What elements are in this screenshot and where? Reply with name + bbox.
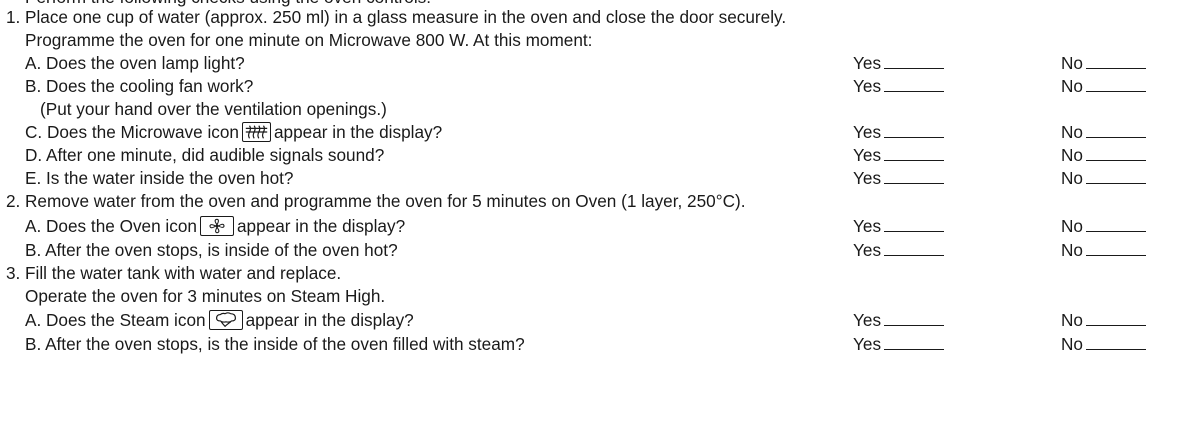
yes-blank[interactable] — [884, 123, 945, 138]
yes-answer[interactable]: Yes — [853, 215, 945, 237]
microwave-icon — [241, 122, 271, 142]
step-1-line-1: 1. Place one cup of water (approx. 250 m… — [0, 6, 1201, 28]
no-answer[interactable]: No — [1061, 333, 1146, 355]
yes-label: Yes — [853, 76, 882, 96]
yes-label: Yes — [853, 122, 882, 142]
no-answer[interactable]: No — [1061, 309, 1146, 331]
yes-label: Yes — [853, 240, 882, 260]
step-3-line-2: Operate the oven for 3 minutes on Steam … — [0, 285, 1201, 307]
step-number: 2. — [6, 191, 21, 211]
question-text: B. After the oven stops, is inside of th… — [25, 240, 398, 260]
question-text-after: appear in the display? — [273, 122, 443, 142]
yes-answer[interactable]: Yes — [853, 121, 945, 143]
step-text: Place one cup of water (approx. 250 ml) … — [25, 7, 787, 27]
question-text-after: appear in the display? — [245, 310, 414, 330]
no-answer[interactable]: No — [1061, 52, 1146, 74]
step-1-line-2: Programme the oven for one minute on Mic… — [0, 29, 1201, 51]
no-label: No — [1061, 334, 1083, 354]
question-row: B. After the oven stops, is inside of th… — [0, 239, 1201, 261]
yes-answer[interactable]: Yes — [853, 309, 945, 331]
yes-answer[interactable]: Yes — [853, 52, 945, 74]
yes-blank[interactable] — [884, 311, 945, 326]
steam-icon — [208, 310, 243, 330]
no-answer[interactable]: No — [1061, 167, 1146, 189]
question-row: C. Does the Microwave icon appear in the… — [0, 121, 1201, 143]
step-text: Operate the oven for 3 minutes on Steam … — [25, 286, 386, 306]
yes-label: Yes — [853, 145, 882, 165]
question-note-row: (Put your hand over the ventilation open… — [0, 98, 1201, 120]
question-text: E. Is the water inside the oven hot? — [25, 168, 294, 188]
yes-answer[interactable]: Yes — [853, 333, 945, 355]
no-label: No — [1061, 145, 1083, 165]
no-label: No — [1061, 240, 1083, 260]
step-number: 1. — [6, 7, 21, 27]
no-blank[interactable] — [1085, 123, 1146, 138]
question-text: A. Does the Steam icon appear in the dis… — [25, 309, 414, 331]
yes-blank[interactable] — [884, 77, 945, 92]
yes-blank[interactable] — [884, 241, 945, 256]
yes-blank[interactable] — [884, 217, 945, 232]
no-blank[interactable] — [1085, 335, 1146, 350]
yes-answer[interactable]: Yes — [853, 144, 945, 166]
step-text: Fill the water tank with water and repla… — [25, 263, 342, 283]
question-row: E. Is the water inside the oven hot? Yes… — [0, 167, 1201, 189]
step-3-line-1: 3. Fill the water tank with water and re… — [0, 262, 1201, 284]
question-row: B. Does the cooling fan work? Yes No — [0, 75, 1201, 97]
no-answer[interactable]: No — [1061, 121, 1146, 143]
step-2-line-1: 2. Remove water from the oven and progra… — [0, 190, 1201, 212]
step-text: Programme the oven for one minute on Mic… — [25, 30, 593, 50]
no-blank[interactable] — [1085, 169, 1146, 184]
no-blank[interactable] — [1085, 77, 1146, 92]
no-label: No — [1061, 122, 1083, 142]
question-row: A. Does the Steam icon appear in the dis… — [0, 309, 1201, 331]
question-text: C. Does the Microwave icon appear in the… — [25, 121, 442, 143]
question-text-after: appear in the display? — [236, 216, 406, 236]
question-text-before: C. Does the Microwave icon — [25, 122, 239, 142]
question-note: (Put your hand over the ventilation open… — [40, 99, 387, 119]
question-row: B. After the oven stops, is the inside o… — [0, 333, 1201, 355]
no-answer[interactable]: No — [1061, 215, 1146, 237]
step-text: Remove water from the oven and programme… — [25, 191, 746, 211]
question-text-before: A. Does the Steam icon — [25, 310, 206, 330]
question-row: A. Does the Oven icon appear in the disp… — [0, 215, 1201, 237]
question-text-before: A. Does the Oven icon — [25, 216, 197, 236]
question-text: D. After one minute, did audible signals… — [25, 145, 385, 165]
no-label: No — [1061, 76, 1083, 96]
no-blank[interactable] — [1085, 217, 1146, 232]
question-row: D. After one minute, did audible signals… — [0, 144, 1201, 166]
yes-blank[interactable] — [884, 54, 945, 69]
question-text: B. Does the cooling fan work? — [25, 76, 254, 96]
yes-label: Yes — [853, 53, 882, 73]
no-label: No — [1061, 310, 1083, 330]
no-blank[interactable] — [1085, 311, 1146, 326]
yes-blank[interactable] — [884, 146, 945, 161]
yes-label: Yes — [853, 310, 882, 330]
no-answer[interactable]: No — [1061, 239, 1146, 261]
no-label: No — [1061, 216, 1083, 236]
yes-answer[interactable]: Yes — [853, 75, 945, 97]
yes-label: Yes — [853, 216, 882, 236]
no-blank[interactable] — [1085, 54, 1146, 69]
yes-blank[interactable] — [884, 335, 945, 350]
no-blank[interactable] — [1085, 241, 1146, 256]
fan-oven-icon — [199, 216, 234, 236]
yes-answer[interactable]: Yes — [853, 239, 945, 261]
yes-label: Yes — [853, 168, 882, 188]
no-blank[interactable] — [1085, 146, 1146, 161]
no-label: No — [1061, 53, 1083, 73]
question-text: B. After the oven stops, is the inside o… — [25, 334, 525, 354]
step-number: 3. — [6, 263, 21, 283]
question-row: A. Does the oven lamp light? Yes No — [0, 52, 1201, 74]
no-answer[interactable]: No — [1061, 75, 1146, 97]
yes-label: Yes — [853, 334, 882, 354]
yes-blank[interactable] — [884, 169, 945, 184]
yes-answer[interactable]: Yes — [853, 167, 945, 189]
no-label: No — [1061, 168, 1083, 188]
no-answer[interactable]: No — [1061, 144, 1146, 166]
question-text: A. Does the Oven icon appear in the disp… — [25, 215, 405, 237]
checklist-document: Perform the following checks using the o… — [0, 0, 1201, 440]
question-text: A. Does the oven lamp light? — [25, 53, 245, 73]
